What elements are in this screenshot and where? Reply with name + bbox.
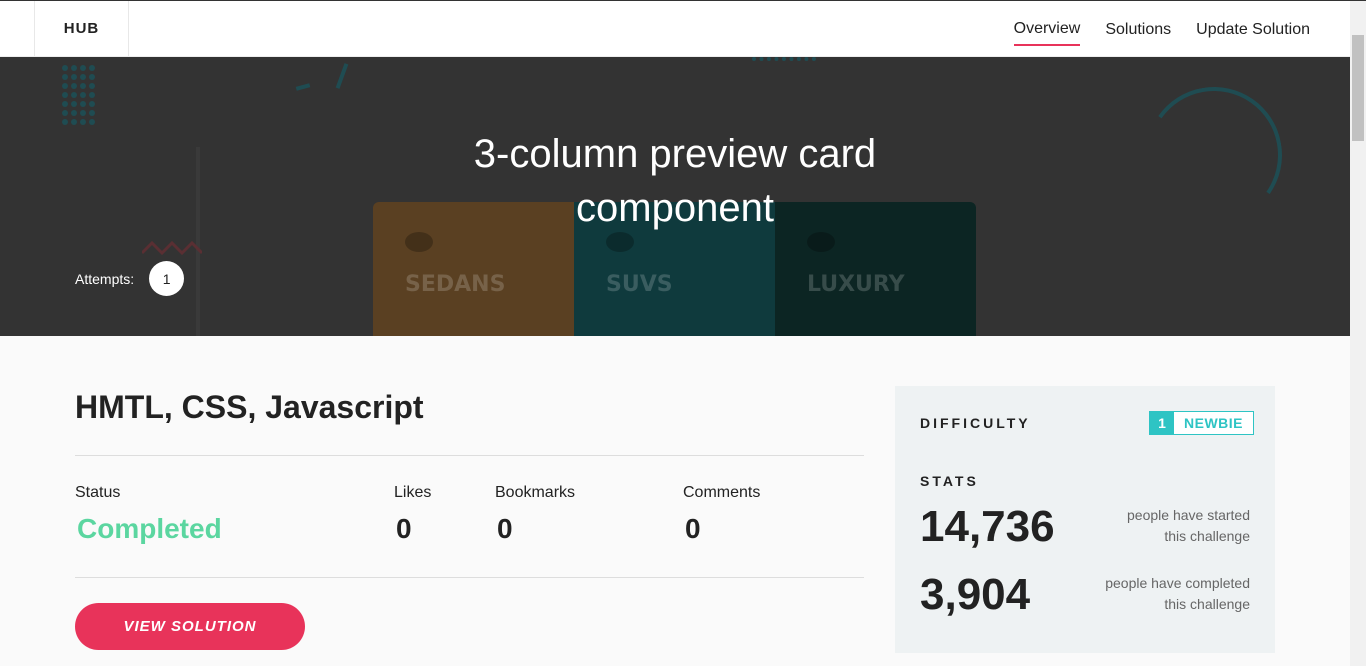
view-solution-button[interactable]: VIEW SOLUTION [75, 603, 305, 650]
preview-column-label: SUVS [606, 272, 673, 297]
hero-banner: SEDANS SUVS LUXURY 3-column preview card… [0, 57, 1350, 336]
decorative-dotted-line [752, 57, 816, 61]
decorative-zigzag [142, 240, 202, 255]
likes-label: Likes [394, 484, 432, 501]
car-icon [405, 232, 433, 252]
preview-column-label: SEDANS [405, 272, 506, 297]
logo[interactable]: HUB [34, 1, 129, 56]
difficulty-level: 1 [1150, 412, 1174, 434]
stats-heading: STATS [920, 473, 979, 489]
completed-caption-line-2: this challenge [1164, 596, 1250, 612]
difficulty-name: NEWBIE [1184, 415, 1243, 431]
nav-links: Overview Solutions Update Solution [1013, 1, 1310, 56]
started-caption-line-1: people have started [1127, 507, 1250, 523]
difficulty-heading: DIFFICULTY [920, 415, 1031, 431]
status-label: Status [75, 484, 121, 501]
scrollbar-thumb[interactable] [1352, 35, 1364, 141]
challenge-info-card: DIFFICULTY 1 NEWBIE STATS 14,736 people … [895, 386, 1275, 653]
nav-link-update-solution[interactable]: Update Solution [1196, 13, 1310, 45]
status-value: Completed [77, 513, 222, 544]
car-icon [807, 232, 835, 252]
page: HUB Overview Solutions Update Solution S… [0, 0, 1366, 666]
preview-column-label: LUXURY [807, 272, 905, 297]
nav-link-solutions[interactable]: Solutions [1105, 13, 1171, 45]
bookmarks-value: 0 [497, 513, 513, 544]
comments-label: Comments [683, 484, 761, 501]
difficulty-badge: 1 NEWBIE [1149, 411, 1254, 435]
page-title-line-1: 3-column preview card [473, 132, 877, 176]
completed-count: 3,904 [920, 570, 1031, 619]
decorative-dots [62, 65, 95, 125]
attempts: Attempts: 1 [75, 261, 185, 296]
page-title-line-2: component [576, 186, 774, 230]
decorative-dash [295, 83, 311, 91]
nav-link-overview[interactable]: Overview [1013, 12, 1081, 46]
page-title: 3-column preview card component [0, 127, 1350, 235]
bookmarks-label: Bookmarks [495, 484, 576, 501]
divider [75, 455, 864, 456]
divider [75, 577, 864, 578]
attempts-count-badge[interactable]: 1 [149, 261, 185, 296]
started-caption: people have started this challenge [1080, 505, 1250, 547]
completed-caption-line-1: people have completed [1105, 575, 1250, 591]
started-count: 14,736 [920, 502, 1055, 551]
likes-value: 0 [396, 513, 412, 544]
started-caption-line-2: this challenge [1164, 528, 1250, 544]
comments-value: 0 [685, 513, 701, 544]
page-scrollbar[interactable] [1350, 1, 1366, 666]
completed-caption: people have completed this challenge [1080, 573, 1250, 615]
tech-stack-title: HMTL, CSS, Javascript [75, 389, 424, 425]
decorative-slash [335, 63, 349, 89]
top-nav: HUB Overview Solutions Update Solution [0, 1, 1350, 57]
attempts-label: Attempts: [75, 270, 135, 287]
car-icon [606, 232, 634, 252]
